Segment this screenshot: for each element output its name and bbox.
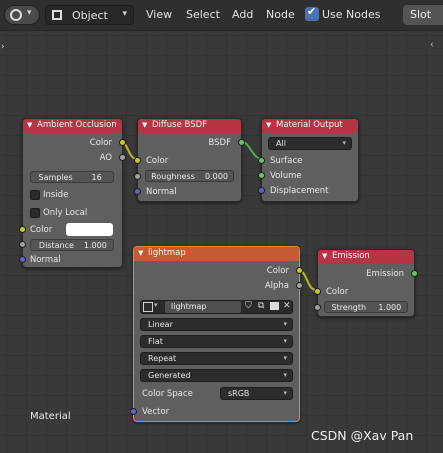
open-folder-icon[interactable] xyxy=(270,302,279,310)
only-local-label: Only Local xyxy=(43,208,88,218)
collapse-icon[interactable]: ▼ xyxy=(322,252,327,260)
source-value: Generated xyxy=(148,371,191,380)
input-color-label: Color xyxy=(30,225,53,235)
output-emission-socket[interactable] xyxy=(411,270,418,277)
node-title: Diffuse BSDF xyxy=(152,120,208,130)
samples-label: Samples xyxy=(38,173,73,182)
extension-dropdown[interactable]: Repeat ▾ xyxy=(140,352,293,365)
output-bsdf-socket[interactable] xyxy=(238,139,245,146)
chevron-down-icon: ▾ xyxy=(283,337,287,345)
chevron-down-icon: ▾ xyxy=(283,389,287,397)
watermark: CSDN @Xav Pan xyxy=(311,428,414,443)
node-header[interactable]: ▼ Ambient Occlusion xyxy=(23,119,122,133)
chevron-down-icon: ▾ xyxy=(154,301,158,309)
inside-checkbox[interactable] xyxy=(30,190,40,200)
collapse-icon[interactable]: ▼ xyxy=(27,121,32,129)
node-header[interactable]: ▼ Emission xyxy=(318,250,414,264)
color-space-dropdown[interactable]: sRGB ▾ xyxy=(220,387,293,400)
output-color-socket[interactable] xyxy=(296,267,303,274)
strength-label: Strength xyxy=(331,303,367,312)
color-space-value: sRGB xyxy=(228,389,250,398)
output-emission-label: Emission xyxy=(366,269,404,279)
output-color-socket[interactable] xyxy=(119,139,126,146)
node-ambient-occlusion[interactable]: ▼ Ambient Occlusion Color AO Samples 16 … xyxy=(19,118,126,268)
output-alpha-label: Alpha xyxy=(264,281,289,291)
fake-user-shield-icon[interactable]: ⛉ xyxy=(245,301,252,311)
collapse-icon[interactable]: ▼ xyxy=(142,121,147,129)
samples-field[interactable]: Samples 16 xyxy=(30,171,114,183)
input-vector-socket[interactable] xyxy=(130,408,137,415)
strength-value: 1.000 xyxy=(378,303,402,312)
input-vector-label: Vector xyxy=(142,407,170,417)
input-displacement-socket[interactable] xyxy=(258,187,265,194)
node-title: Emission xyxy=(332,251,370,261)
distance-value: 1.000 xyxy=(83,241,107,250)
output-bsdf-label: BSDF xyxy=(208,138,231,148)
close-icon[interactable]: ✕ xyxy=(283,301,291,311)
node-image-texture-lightmap[interactable]: ▼ lightmap Color Alpha ▾ lightmap ⛉ ⧉ ✕ … xyxy=(130,246,303,422)
strength-field[interactable]: Strength 1.000 xyxy=(324,301,408,313)
input-normal-label: Normal xyxy=(146,187,177,197)
chevron-down-icon: ▾ xyxy=(283,371,287,379)
output-color-label: Color xyxy=(266,266,289,276)
projection-dropdown[interactable]: Flat ▾ xyxy=(140,335,293,348)
roughness-label: Roughness xyxy=(151,172,195,181)
distance-field[interactable]: Distance 1.000 xyxy=(30,239,114,251)
source-dropdown[interactable]: Generated ▾ xyxy=(140,369,293,382)
node-title: Ambient Occlusion xyxy=(37,120,117,130)
node-diffuse-bsdf[interactable]: ▼ Diffuse BSDF BSDF Color Roughness 0.00… xyxy=(134,118,245,202)
image-selector[interactable]: ▾ lightmap ⛉ ⧉ ✕ xyxy=(140,300,293,314)
material-label: Material xyxy=(30,411,71,422)
node-header[interactable]: ▼ Diffuse BSDF xyxy=(138,119,241,133)
input-normal-socket[interactable] xyxy=(134,188,141,195)
distance-label: Distance xyxy=(38,241,74,250)
extension-value: Repeat xyxy=(148,354,177,363)
projection-value: Flat xyxy=(148,337,163,346)
target-dropdown[interactable]: All ▾ xyxy=(268,137,352,150)
roughness-field[interactable]: Roughness 0.000 xyxy=(145,170,234,182)
chevron-down-icon: ▾ xyxy=(283,320,287,328)
image-name: lightmap xyxy=(171,302,207,311)
node-title: Material Output xyxy=(276,120,343,130)
output-color-label: Color xyxy=(89,138,112,148)
input-roughness-socket[interactable] xyxy=(134,173,141,180)
image-browse-icon[interactable] xyxy=(143,302,153,312)
input-surface-label: Surface xyxy=(270,156,303,166)
color-space-label: Color Space xyxy=(142,389,193,399)
roughness-value: 0.000 xyxy=(205,172,228,181)
input-surface-socket[interactable] xyxy=(258,157,265,164)
input-distance-socket[interactable] xyxy=(19,241,26,248)
input-volume-socket[interactable] xyxy=(258,172,265,179)
output-ao-socket[interactable] xyxy=(119,154,126,161)
input-color-socket[interactable] xyxy=(134,157,141,164)
interpolation-dropdown[interactable]: Linear ▾ xyxy=(140,318,293,331)
collapse-icon[interactable]: ▼ xyxy=(138,249,143,257)
duplicate-icon[interactable]: ⧉ xyxy=(258,301,264,311)
node-header[interactable]: ▼ lightmap xyxy=(134,247,299,261)
node-title: lightmap xyxy=(148,248,186,258)
input-normal-socket[interactable] xyxy=(19,256,26,263)
color-swatch[interactable] xyxy=(66,223,113,236)
input-color-label: Color xyxy=(146,156,169,166)
input-displacement-label: Displacement xyxy=(270,186,329,196)
interpolation-value: Linear xyxy=(148,320,173,329)
inside-label: Inside xyxy=(43,190,69,200)
samples-value: 16 xyxy=(91,173,102,182)
collapse-icon[interactable]: ▼ xyxy=(266,121,271,129)
only-local-checkbox[interactable] xyxy=(30,208,40,218)
input-volume-label: Volume xyxy=(270,171,302,181)
input-color-socket[interactable] xyxy=(19,226,26,233)
output-ao-label: AO xyxy=(99,153,112,163)
input-normal-label: Normal xyxy=(30,255,61,265)
chevron-down-icon: ▾ xyxy=(342,139,346,147)
node-material-output[interactable]: ▼ Material Output All ▾ Surface Volume D… xyxy=(258,118,359,202)
output-alpha-socket[interactable] xyxy=(296,282,303,289)
input-strength-socket[interactable] xyxy=(314,304,321,311)
node-header[interactable]: ▼ Material Output xyxy=(262,119,358,133)
chevron-down-icon: ▾ xyxy=(283,354,287,362)
input-color-label: Color xyxy=(326,287,349,297)
input-color-socket[interactable] xyxy=(314,288,321,295)
target-value: All xyxy=(276,139,286,148)
node-emission[interactable]: ▼ Emission Emission Color Strength 1.000 xyxy=(314,249,418,317)
